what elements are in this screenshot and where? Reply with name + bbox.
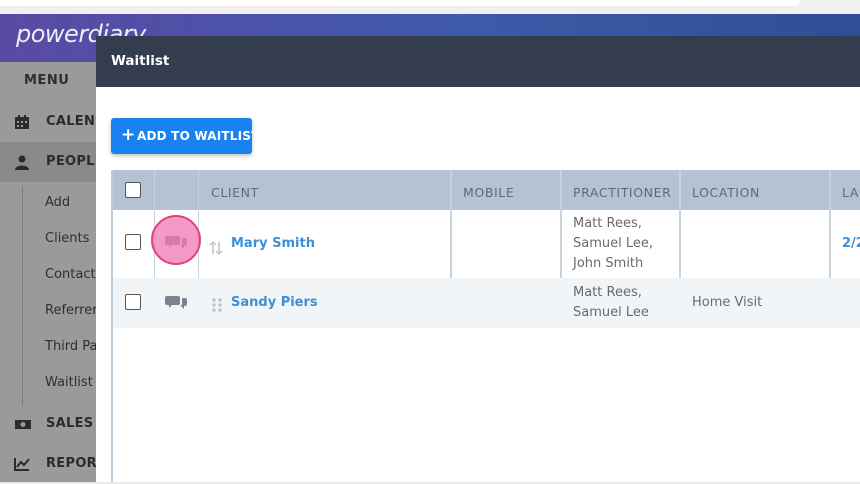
row-checkbox[interactable] xyxy=(125,294,141,310)
sidebar: MENU CALENDAR PEOPLE Add Clients Contact… xyxy=(0,62,127,484)
last-date-link[interactable]: 2/2 xyxy=(842,236,860,251)
select-all-checkbox[interactable] xyxy=(125,182,141,198)
column-header-mobile[interactable]: MOBILE xyxy=(463,185,514,200)
column-header-location[interactable]: LOCATION xyxy=(692,185,760,200)
calendar-icon xyxy=(14,114,32,130)
menu-title: MENU xyxy=(24,73,70,88)
sidebar-item-calendar[interactable]: CALENDAR xyxy=(0,102,127,142)
click-highlight-marker xyxy=(151,215,201,265)
practitioner-name: Samuel Lee xyxy=(573,305,649,320)
column-header-practitioner[interactable]: PRACTITIONER xyxy=(573,185,671,200)
sidebar-item-sales[interactable]: SALES xyxy=(0,404,96,444)
table-row[interactable]: Sandy Piers Matt Rees, Samuel Lee Home V… xyxy=(113,278,860,328)
column-header-last[interactable]: LAST xyxy=(842,185,860,200)
sidebar-item-label: SALES xyxy=(46,416,94,431)
browser-strip xyxy=(0,0,860,14)
sort-arrows-icon[interactable] xyxy=(209,240,223,256)
add-to-waitlist-button[interactable]: + ADD TO WAITLIST xyxy=(111,118,259,154)
submenu-item-add[interactable]: Add xyxy=(45,195,70,210)
submenu-item-waitlist[interactable]: Waitlist xyxy=(45,375,93,390)
client-link[interactable]: Mary Smith xyxy=(231,236,315,251)
plus-icon: + xyxy=(121,125,136,145)
row-checkbox[interactable] xyxy=(125,234,141,250)
practitioner-name: John Smith xyxy=(573,256,644,271)
waitlist-table: CLIENT MOBILE PRACTITIONER LOCATION LAST… xyxy=(111,170,860,482)
money-icon xyxy=(14,416,32,432)
waitlist-modal: Waitlist + ADD TO WAITLIST CLIENT MOBILE… xyxy=(96,36,860,482)
practitioner-name: Samuel Lee, xyxy=(573,236,654,251)
add-to-waitlist-label: ADD TO WAITLIST xyxy=(137,129,260,143)
drag-handle-icon[interactable] xyxy=(210,297,224,313)
practitioner-name: Matt Rees, xyxy=(573,285,642,300)
modal-title: Waitlist xyxy=(111,53,170,69)
people-submenu xyxy=(22,186,97,406)
location-value: Home Visit xyxy=(692,295,763,310)
table-header: CLIENT MOBILE PRACTITIONER LOCATION LAST xyxy=(113,170,860,210)
column-header-client[interactable]: CLIENT xyxy=(211,185,259,200)
client-link[interactable]: Sandy Piers xyxy=(231,295,318,310)
practitioner-name: Matt Rees, xyxy=(573,216,642,231)
browser-url-bar[interactable] xyxy=(0,0,800,6)
chart-icon xyxy=(14,456,32,472)
comments-icon[interactable] xyxy=(165,294,187,312)
modal-header: Waitlist xyxy=(96,36,860,87)
table-row[interactable]: Mary Smith Matt Rees, Samuel Lee, John S… xyxy=(113,210,860,278)
sidebar-item-people[interactable]: PEOPLE xyxy=(0,142,104,182)
sidebar-item-reports[interactable]: REPORTS xyxy=(0,444,115,484)
submenu-item-clients[interactable]: Clients xyxy=(45,231,89,246)
submenu-item-contacts[interactable]: Contacts xyxy=(45,267,102,282)
person-icon xyxy=(14,154,32,170)
